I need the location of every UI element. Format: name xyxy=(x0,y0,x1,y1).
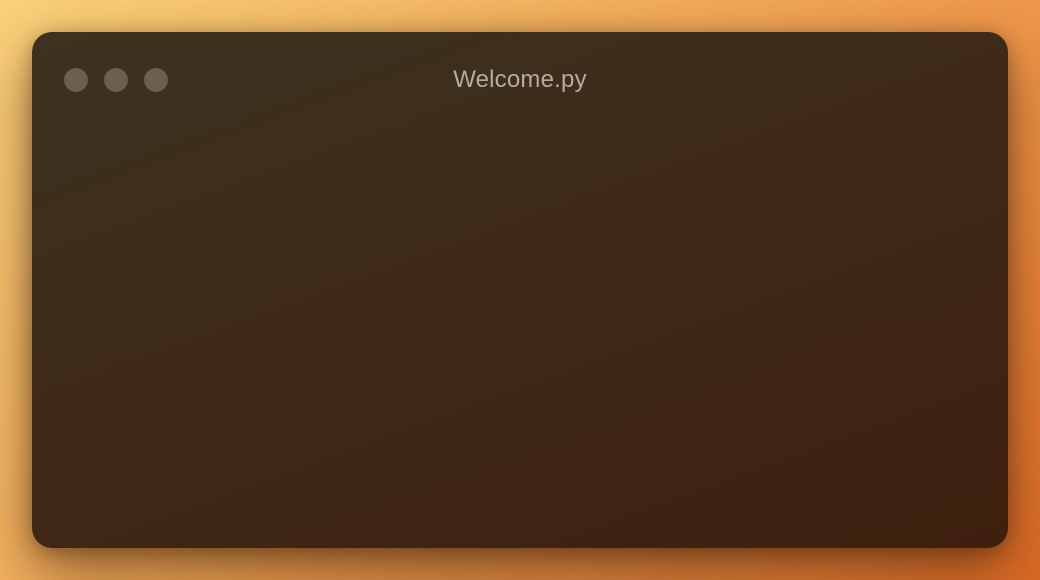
window-title: Welcome.py xyxy=(453,66,587,93)
window-titlebar[interactable]: Welcome.py xyxy=(32,32,1008,128)
editor-content-area[interactable] xyxy=(32,128,1008,548)
editor-window: Welcome.py xyxy=(32,32,1008,548)
